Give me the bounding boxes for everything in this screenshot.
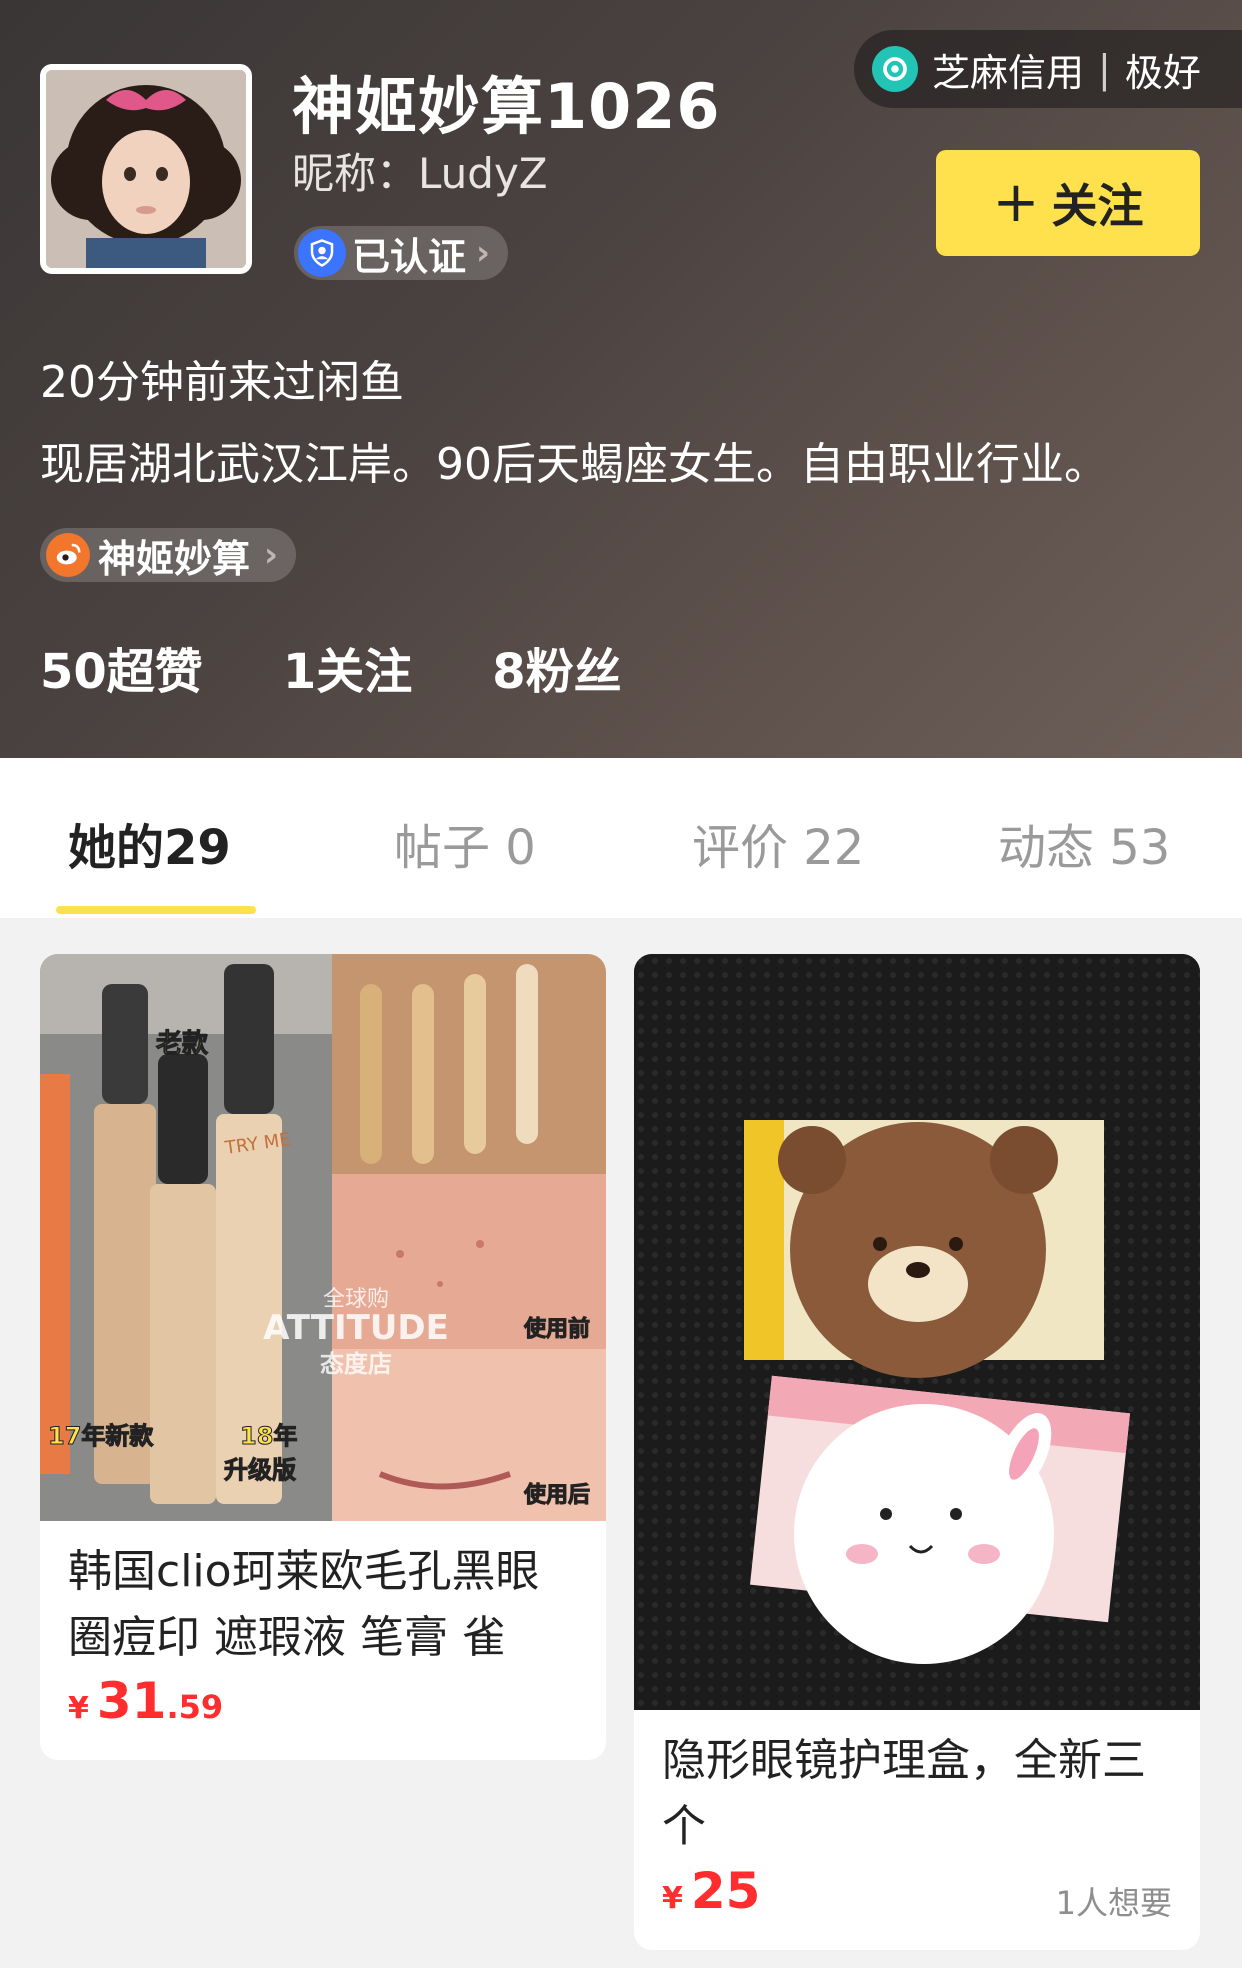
price-integer: 25 xyxy=(690,1862,761,1920)
stat-fans[interactable]: 8粉丝 xyxy=(492,632,621,702)
credit-label: 芝麻信用 xyxy=(932,50,1085,95)
contact-lens-case-image xyxy=(634,954,1200,1710)
item-card[interactable]: 隐形眼镜护理盒，全新三个 ¥ 25 1人想要 xyxy=(634,954,1200,1950)
item-image xyxy=(634,954,1200,1710)
tab-reviews[interactable]: 评价 22 xyxy=(692,808,864,878)
item-title: 韩国clio珂莱欧毛孔黑眼圈痘印 遮瑕液 笔膏 雀 xyxy=(68,1546,540,1663)
follow-label: 关注 xyxy=(1051,179,1144,233)
bio-text: 现居湖北武汉江岸。90后天蝎座女生。自由职业行业。 xyxy=(40,439,1108,490)
verified-badge[interactable]: 已认证 › xyxy=(294,226,509,280)
concealer-product-image: 老款 17年新款 18年 升级版 使用前 使用后 TRY ME 全球购 ATTI… xyxy=(40,954,606,1521)
active-tab-indicator xyxy=(56,906,256,914)
label-17-model: 17年新款 xyxy=(48,1422,154,1450)
credit-badge[interactable]: 芝麻信用 | 极好 xyxy=(854,30,1242,108)
follow-button[interactable]: + 关注 xyxy=(936,150,1200,256)
credit-level: 极好 xyxy=(1124,50,1201,95)
item-card[interactable]: 老款 17年新款 18年 升级版 使用前 使用后 TRY ME 全球购 ATTI… xyxy=(40,954,606,1760)
item-price: ¥ 31 .59 xyxy=(68,1672,223,1730)
username: 神姬妙算1026 xyxy=(292,70,721,143)
item-price: ¥ 25 xyxy=(662,1862,760,1920)
price-decimal: .59 xyxy=(166,1688,224,1726)
label-before: 使用前 xyxy=(523,1316,590,1342)
weibo-icon xyxy=(46,533,90,577)
stat-following[interactable]: 1关注 xyxy=(283,632,412,702)
currency-symbol: ¥ xyxy=(662,1881,683,1916)
price-integer: 31 xyxy=(96,1672,167,1730)
avatar[interactable] xyxy=(40,64,252,274)
currency-symbol: ¥ xyxy=(68,1691,89,1726)
stat-likes[interactable]: 50超赞 xyxy=(40,632,203,702)
tab-bar: 她的29 帖子 0 评价 22 动态 53 xyxy=(0,758,1242,918)
nickname: 昵称：LudyZ xyxy=(292,149,548,198)
sesame-credit-icon xyxy=(872,46,918,92)
verified-label: 已认证 xyxy=(352,234,467,279)
verified-shield-icon xyxy=(298,229,346,277)
label-after: 使用后 xyxy=(523,1483,590,1508)
tab-activity[interactable]: 动态 53 xyxy=(998,808,1170,878)
watermark-shop: 态度店 xyxy=(320,1350,392,1378)
weibo-label: 神姬妙算 xyxy=(98,536,251,581)
label-18-model: 18年 xyxy=(240,1422,297,1450)
avatar-image xyxy=(46,70,246,268)
stats-row: 50超赞 1关注 8粉丝 xyxy=(40,632,622,702)
last-seen-text: 20分钟前来过闲鱼 xyxy=(40,357,404,408)
item-image: 老款 17年新款 18年 升级版 使用前 使用后 TRY ME 全球购 ATTI… xyxy=(40,954,606,1521)
item-title: 隐形眼镜护理盒，全新三个 xyxy=(662,1735,1146,1852)
credit-separator: | xyxy=(1098,47,1111,91)
tab-posts[interactable]: 帖子 0 xyxy=(394,808,536,878)
label-upgrade: 升级版 xyxy=(224,1456,296,1484)
label-old-model: 老款 xyxy=(156,1029,209,1059)
chevron-right-icon: › xyxy=(476,233,491,273)
tab-items[interactable]: 她的29 xyxy=(68,808,231,878)
wants-count: 1人想要 xyxy=(1055,1884,1172,1922)
chevron-right-icon: › xyxy=(264,535,279,575)
weibo-link[interactable]: 神姬妙算 › xyxy=(40,528,297,582)
plus-icon: + xyxy=(992,170,1040,235)
watermark: ATTITUDE xyxy=(263,1308,449,1348)
profile-header: 神姬妙算1026 昵称：LudyZ 已认证 › 芝麻信用 | 极好 + 关注 2… xyxy=(0,0,1242,758)
